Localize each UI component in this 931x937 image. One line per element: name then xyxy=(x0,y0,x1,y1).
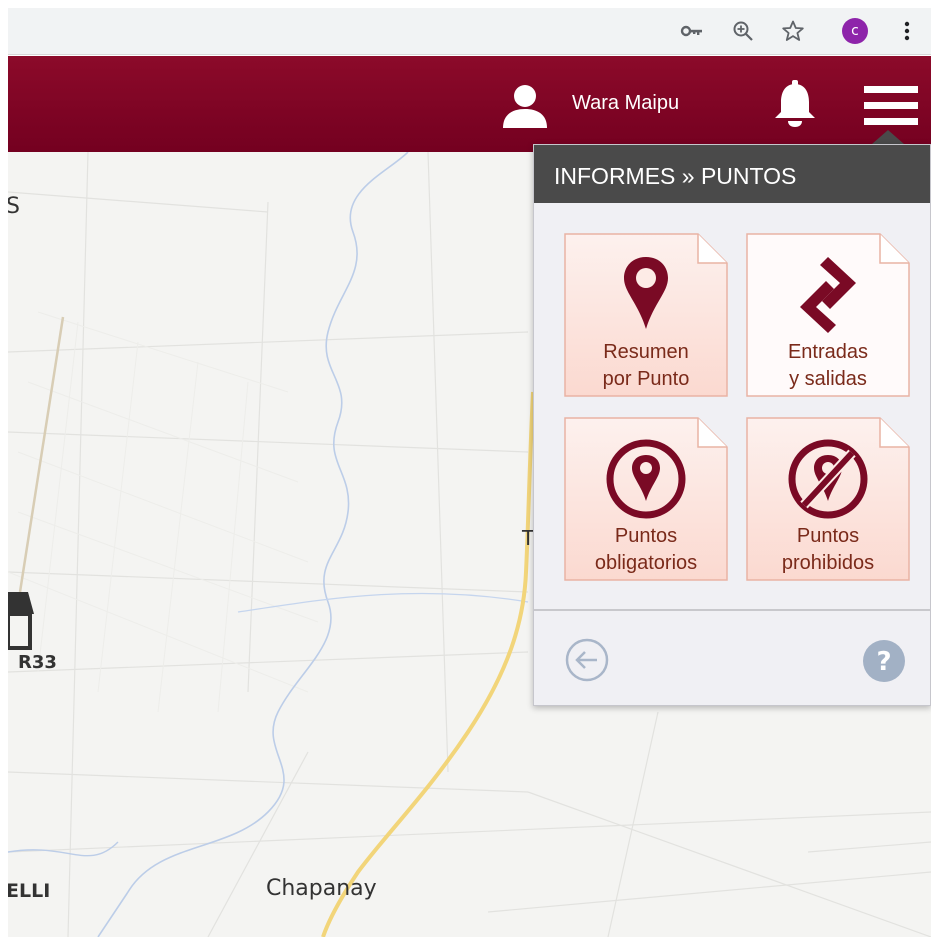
enter-exit-arrows-icon xyxy=(800,257,856,333)
profile-initial: c xyxy=(842,18,868,44)
map-pin-icon xyxy=(624,257,668,329)
back-arrow-icon[interactable] xyxy=(564,637,610,683)
map-label-top-left: S xyxy=(8,194,20,219)
tile-label: Entradas y salidas xyxy=(746,339,910,393)
reports-menu-panel: INFORMES » PUNTOS Resumen por Punto Entr… xyxy=(533,144,931,706)
hamburger-menu-icon[interactable] xyxy=(864,86,918,126)
route-label: R33 xyxy=(18,652,57,673)
key-icon[interactable] xyxy=(677,16,707,46)
bell-icon[interactable] xyxy=(772,80,818,128)
mandatory-point-icon xyxy=(606,439,686,519)
town-label: Chapanay xyxy=(266,876,377,901)
tile-puntos-prohibidos[interactable]: Puntos prohibidos xyxy=(746,417,910,581)
tile-label: Puntos prohibidos xyxy=(746,523,910,577)
forbidden-point-icon xyxy=(788,439,868,519)
tile-label-line-1: Entradas xyxy=(787,341,869,363)
tile-label-line-2: obligatorios xyxy=(594,552,698,574)
profile-avatar[interactable]: c xyxy=(840,16,870,46)
help-icon[interactable]: ? xyxy=(862,639,906,683)
shop-icon xyxy=(8,592,34,650)
tile-label: Puntos obligatorios xyxy=(564,523,728,577)
tile-resumen-por-punto[interactable]: Resumen por Punto xyxy=(564,233,728,397)
tile-label-line-2: por Punto xyxy=(602,368,690,390)
help-circle: ? xyxy=(863,640,905,682)
tile-label-line-2: y salidas xyxy=(789,368,867,390)
zoom-icon[interactable] xyxy=(728,16,758,46)
menu-caret xyxy=(872,130,904,144)
tile-label-line-1: Resumen xyxy=(603,341,689,363)
tile-puntos-obligatorios[interactable]: Puntos obligatorios xyxy=(564,417,728,581)
star-icon[interactable] xyxy=(778,16,808,46)
browser-toolbar: c xyxy=(8,8,931,55)
app-header: Wara Maipu xyxy=(8,56,931,152)
tile-entradas-y-salidas[interactable]: Entradas y salidas xyxy=(746,233,910,397)
map-label-bottom-left: ELLI xyxy=(8,880,51,902)
more-vert-icon[interactable] xyxy=(892,16,922,46)
tile-label: Resumen por Punto xyxy=(564,339,728,393)
panel-divider xyxy=(534,609,930,611)
tile-label-line-2: prohibidos xyxy=(781,552,875,574)
user-icon[interactable] xyxy=(501,84,549,128)
tile-label-line-1: Puntos xyxy=(614,525,678,547)
menu-breadcrumb: INFORMES » PUNTOS xyxy=(534,145,930,203)
help-glyph: ? xyxy=(876,647,891,677)
tile-label-line-1: Puntos xyxy=(796,525,860,547)
user-name[interactable]: Wara Maipu xyxy=(572,92,679,115)
